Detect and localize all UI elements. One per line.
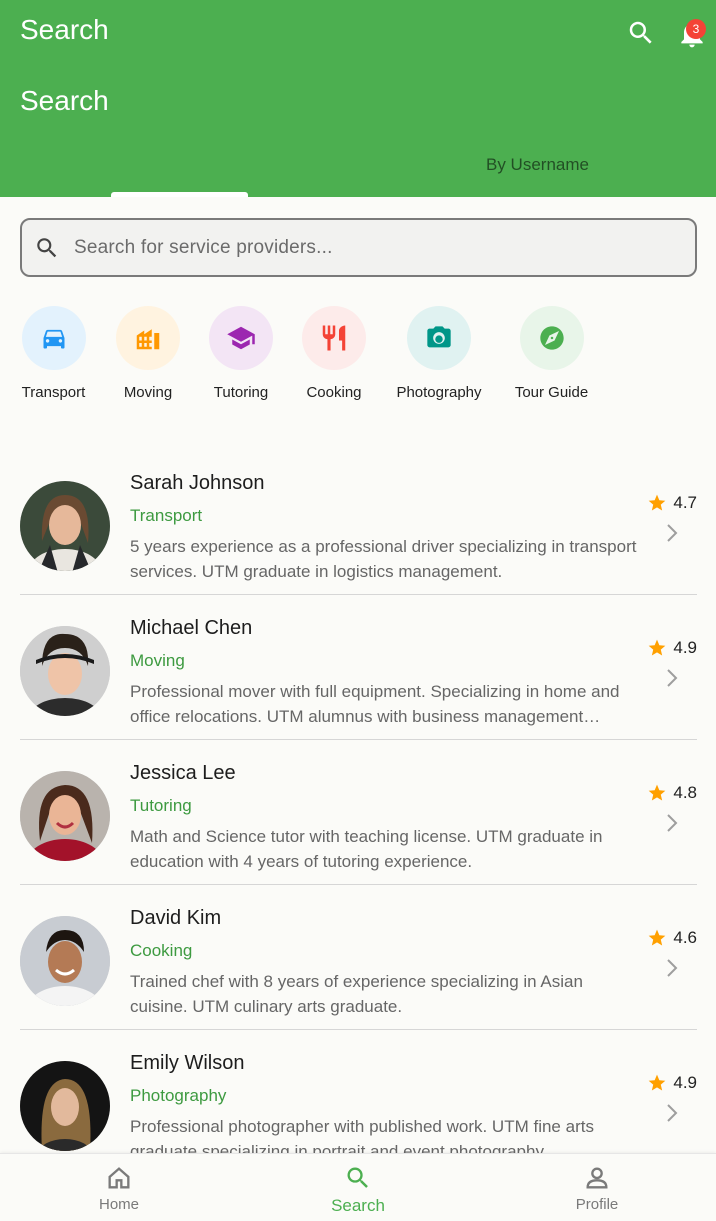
search-input[interactable]: Search for service providers... [20,218,697,277]
camera-icon [427,326,451,348]
rating-value: 4.9 [673,1073,697,1092]
chevron-right-icon[interactable] [665,958,679,978]
category-circle [116,306,180,370]
provider-category: Tutoring [130,796,192,815]
bottom-navigation: Home Search Profile [0,1153,716,1221]
tab-by-username[interactable]: By Username [420,155,655,175]
avatar [20,771,110,861]
utensils-icon [322,325,346,351]
provider-rating: 4.9 [647,1073,697,1093]
star-icon [649,784,666,801]
app-bar-title: Search [20,14,109,45]
chevron-right-icon[interactable] [665,1103,679,1123]
avatar [20,626,110,716]
rating-value: 4.8 [673,783,697,802]
moving-truck-icon [136,329,160,350]
nav-label: Search [331,1196,385,1215]
star-icon [649,494,666,511]
category-tutoring[interactable]: Tutoring [209,306,273,401]
provider-rating: 4.6 [647,928,697,948]
avatar [20,481,110,571]
category-cooking[interactable]: Cooking [302,306,366,401]
person-icon [586,1167,608,1189]
tab-indicator [111,192,248,197]
category-circle [302,306,366,370]
nav-label: Profile [575,1196,619,1213]
provider-description: 5 years experience as a professional dri… [130,537,637,581]
nav-home[interactable]: Home [0,1154,238,1221]
provider-rating: 4.7 [647,493,697,513]
category-circle [209,306,273,370]
provider-description: Professional mover with full equipment. … [130,682,620,726]
provider-category: Transport [130,506,203,525]
provider-description: Math and Science tutor with teaching lic… [130,827,603,871]
search-icon[interactable] [626,18,656,48]
provider-name: Emily Wilson [130,1052,245,1074]
category-transport[interactable]: Transport [20,306,87,401]
provider-rating: 4.9 [647,638,697,658]
category-label: Photography [396,384,482,401]
provider-name: David Kim [130,907,222,929]
rating-value: 4.9 [673,638,697,657]
provider-card[interactable]: Michael Chen Moving Professional mover w… [20,595,697,740]
app-bar: Search 3 Search By Username [0,0,716,197]
category-label: Tutoring [213,384,269,401]
provider-category: Photography [130,1086,227,1105]
provider-card[interactable]: Jessica Lee Tutoring Math and Science tu… [20,740,697,885]
provider-category: Moving [130,651,185,670]
car-icon [43,329,64,349]
category-label: Tour Guide [514,384,589,401]
category-moving[interactable]: Moving [116,306,180,401]
graduation-cap-icon [227,326,255,350]
provider-description: Trained chef with 8 years of experience … [130,972,583,1016]
compass-icon [539,326,564,350]
nav-profile[interactable]: Profile [478,1154,716,1221]
chevron-right-icon[interactable] [665,523,679,543]
category-label: Transport [21,384,86,401]
chevron-right-icon[interactable] [665,668,679,688]
category-tour-guide[interactable]: Tour Guide [514,306,589,401]
provider-name: Michael Chen [130,617,253,639]
chevron-right-icon[interactable] [665,813,679,833]
category-label: Moving [123,384,173,401]
notification-badge: 3 [686,19,706,39]
provider-name: Jessica Lee [130,762,236,784]
star-icon [649,929,666,946]
nav-search[interactable]: Search [239,1154,477,1221]
avatar [20,916,110,1006]
provider-rating: 4.8 [647,783,697,803]
rating-value: 4.6 [673,928,697,947]
home-icon [108,1167,130,1189]
category-label: Cooking [306,384,362,401]
provider-name: Sarah Johnson [130,472,265,494]
provider-card[interactable]: David Kim Cooking Trained chef with 8 ye… [20,885,697,1030]
star-icon [649,1074,666,1091]
star-icon [649,639,666,656]
provider-card[interactable]: Sarah Johnson Transport 5 years experien… [20,450,697,595]
category-circle [407,306,471,370]
rating-value: 4.7 [673,493,697,512]
avatar [20,1061,110,1151]
category-circle [21,306,86,370]
search-icon [347,1167,368,1188]
search-icon [37,237,57,257]
provider-category: Cooking [130,941,193,960]
page-title: Search [20,85,109,116]
search-placeholder: Search for service providers... [74,236,333,258]
category-photography[interactable]: Photography [395,306,483,401]
category-circle [519,306,584,370]
nav-label: Home [98,1196,139,1213]
